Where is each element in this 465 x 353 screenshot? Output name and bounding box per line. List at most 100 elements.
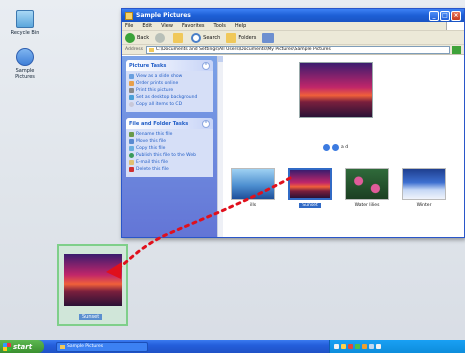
window-title: Sample Pictures <box>136 12 191 19</box>
task-move[interactable]: Move this file <box>129 139 210 144</box>
picture-tasks-title: Picture Tasks <box>129 62 167 69</box>
task-slide-show[interactable]: View as a slide show <box>129 74 210 79</box>
folder-icon <box>60 344 65 349</box>
thumbnail-winter[interactable]: Winter <box>400 168 448 208</box>
chevron-up-icon[interactable]: ⌃ <box>202 61 210 70</box>
tray-app-icon[interactable] <box>369 344 374 349</box>
views-button[interactable] <box>262 32 276 43</box>
tray-app-icon[interactable] <box>362 344 367 349</box>
move-icon <box>129 139 134 144</box>
task-publish[interactable]: Publish this file to the Web <box>129 153 210 158</box>
picture-preview[interactable] <box>299 62 373 118</box>
folder-icon <box>148 47 154 52</box>
folders-button[interactable]: Folders <box>226 32 256 43</box>
go-button[interactable] <box>452 45 461 54</box>
dragged-file-label: Sunset <box>79 314 103 320</box>
minimize-button[interactable]: _ <box>429 10 439 21</box>
chevron-up-icon[interactable]: ⌃ <box>202 119 210 128</box>
delete-icon <box>129 167 134 172</box>
tray-update-icon[interactable] <box>355 344 360 349</box>
task-copy[interactable]: Copy this file <box>129 146 210 151</box>
task-print-picture[interactable]: Print this picture <box>129 88 210 93</box>
folder-icon <box>16 48 34 66</box>
order-prints-icon <box>129 81 134 86</box>
explorer-window: Sample Pictures _ □ × File Edit View Fav… <box>121 8 465 238</box>
picture-tasks-panel: Picture Tasks ⌃ View as a slide show Ord… <box>126 60 213 112</box>
taskbar: start Sample Pictures <box>0 340 465 353</box>
thumbnail-image <box>402 168 446 200</box>
window-content: Picture Tasks ⌃ View as a slide show Ord… <box>122 56 464 237</box>
back-arrow-icon <box>125 32 135 43</box>
title-bar[interactable]: Sample Pictures _ □ × <box>122 9 464 22</box>
desktop-icon-label: Sample Pictures <box>15 68 35 80</box>
task-pane: Picture Tasks ⌃ View as a slide show Ord… <box>122 56 217 237</box>
menu-bar: File Edit View Favorites Tools Help <box>122 22 464 31</box>
thumbnail-label: Water lilies <box>354 203 380 208</box>
start-label: start <box>13 342 33 351</box>
picture-view: a d ills Sunset Water lilies Winter <box>223 56 464 237</box>
thumbnail-sunset[interactable]: Sunset <box>286 168 334 208</box>
picture-tasks-header[interactable]: Picture Tasks ⌃ <box>126 60 213 71</box>
thumbnail-blue-hills[interactable]: ills <box>229 168 277 208</box>
tray-network-icon[interactable] <box>334 344 339 349</box>
rotate-controls[interactable]: a d <box>341 145 348 150</box>
dragged-file-image <box>64 254 122 306</box>
desktop-icon-recycle-bin[interactable]: Recycle Bin <box>6 10 44 36</box>
thumbnail-water-lilies[interactable]: Water lilies <box>343 168 391 208</box>
desktop-icon-label: Recycle Bin <box>10 30 40 36</box>
thumbnail-image <box>288 168 332 200</box>
task-delete[interactable]: Delete this file <box>129 167 210 172</box>
folders-icon <box>226 32 237 43</box>
address-label: Address <box>125 47 143 52</box>
toolbar: Back Search Folders <box>122 31 464 45</box>
up-folder-icon <box>173 32 184 43</box>
thumbnail-image <box>231 168 275 200</box>
views-icon <box>262 32 275 43</box>
tray-app-icon[interactable] <box>376 344 381 349</box>
tray-volume-icon[interactable] <box>341 344 346 349</box>
previous-image-button[interactable] <box>323 144 330 151</box>
thumbnail-image <box>345 168 389 200</box>
next-image-button[interactable] <box>332 144 339 151</box>
menu-help[interactable]: Help <box>235 23 246 29</box>
menu-tools[interactable]: Tools <box>214 23 226 29</box>
dragged-file-preview[interactable]: Sunset <box>57 244 128 326</box>
rename-icon <box>129 132 134 137</box>
desktop-icon-sample-pictures[interactable]: Sample Pictures <box>6 48 44 80</box>
task-order-prints[interactable]: Order prints online <box>129 81 210 86</box>
forward-arrow-icon <box>155 32 166 43</box>
tray-security-icon[interactable] <box>348 344 353 349</box>
file-folder-tasks-header[interactable]: File and Folder Tasks ⌃ <box>126 118 213 129</box>
up-folder-button[interactable] <box>173 32 185 43</box>
start-button[interactable]: start <box>0 340 44 353</box>
menu-favorites[interactable]: Favorites <box>182 23 205 29</box>
menu-view[interactable]: View <box>161 23 173 29</box>
task-email[interactable]: E-mail this file <box>129 160 210 165</box>
copy-icon <box>129 146 134 151</box>
taskbar-button-label: Sample Pictures <box>67 344 104 349</box>
slideshow-icon <box>129 74 134 79</box>
thumbnail-label: ills <box>249 203 257 208</box>
thumbnail-label: Sunset <box>299 203 321 208</box>
preview-nav: a d <box>323 144 348 151</box>
back-label: Back <box>137 34 150 41</box>
windows-flag-icon <box>3 342 11 351</box>
search-label: Search <box>203 34 221 41</box>
task-copy-to-cd[interactable]: Copy all items to CD <box>129 102 210 107</box>
taskbar-button-sample-pictures[interactable]: Sample Pictures <box>56 341 148 352</box>
task-rename[interactable]: Rename this file <box>129 132 210 137</box>
menu-file[interactable]: File <box>125 23 133 29</box>
menu-edit[interactable]: Edit <box>142 23 152 29</box>
recycle-bin-icon <box>16 10 34 28</box>
address-value: C:\Documents and Settings\All Users\Docu… <box>155 47 331 52</box>
back-button[interactable]: Back <box>125 32 150 43</box>
search-button[interactable]: Search <box>191 32 221 43</box>
globe-icon <box>129 153 134 158</box>
windows-logo-icon <box>446 22 464 30</box>
folder-icon <box>125 11 133 20</box>
task-set-background[interactable]: Set as desktop background <box>129 95 210 100</box>
address-input[interactable]: C:\Documents and Settings\All Users\Docu… <box>145 45 450 54</box>
forward-button[interactable] <box>155 32 167 43</box>
close-button[interactable]: × <box>451 10 461 21</box>
maximize-button[interactable]: □ <box>440 10 450 21</box>
